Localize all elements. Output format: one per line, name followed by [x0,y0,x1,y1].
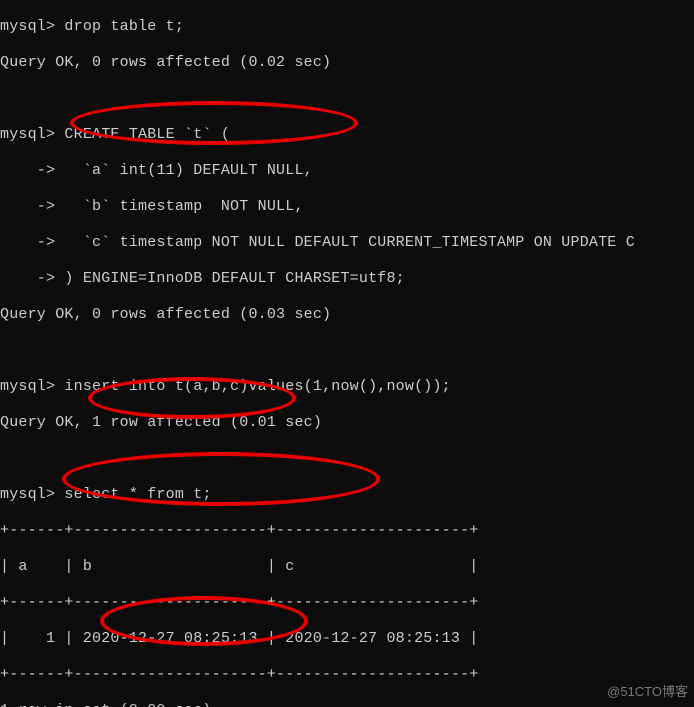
prompt: mysql> [0,126,55,143]
cmd: insert into t(a,b,c)values(1,now(),now()… [64,378,450,395]
cmd: select * from t; [64,486,211,503]
blank [0,450,694,468]
table1-border-bot: +------+---------------------+----------… [0,666,694,684]
blank [0,342,694,360]
line-select1-cmd: mysql> select * from t; [0,486,694,504]
cmd: drop table t; [64,18,184,35]
line-create-cmd: mysql> CREATE TABLE `t` ( [0,126,694,144]
table1-row: | 1 | 2020-12-27 08:25:13 | 2020-12-27 0… [0,630,694,648]
terminal[interactable]: mysql> drop table t; Query OK, 0 rows af… [0,0,694,707]
table1-border-top: +------+---------------------+----------… [0,522,694,540]
prompt: mysql> [0,486,55,503]
line-create-col-b: -> `b` timestamp NOT NULL, [0,198,694,216]
prompt: mysql> [0,378,55,395]
line-insert-cmd: mysql> insert into t(a,b,c)values(1,now(… [0,378,694,396]
table1-border-mid: +------+---------------------+----------… [0,594,694,612]
watermark: @51CTO博客 [607,683,688,701]
line-create-engine: -> ) ENGINE=InnoDB DEFAULT CHARSET=utf8; [0,270,694,288]
line-create-col-a: -> `a` int(11) DEFAULT NULL, [0,162,694,180]
line-drop-result: Query OK, 0 rows affected (0.02 sec) [0,54,694,72]
line-create-col-c: -> `c` timestamp NOT NULL DEFAULT CURREN… [0,234,694,252]
line-drop-cmd: mysql> drop table t; [0,18,694,36]
blank [0,90,694,108]
cmd: CREATE TABLE `t` ( [64,126,230,143]
line-create-result: Query OK, 0 rows affected (0.03 sec) [0,306,694,324]
prompt: mysql> [0,18,55,35]
table1-header: | a | b | c | [0,558,694,576]
line-insert-result: Query OK, 1 row affected (0.01 sec) [0,414,694,432]
line-select1-footer: 1 row in set (0.00 sec) [0,702,694,707]
